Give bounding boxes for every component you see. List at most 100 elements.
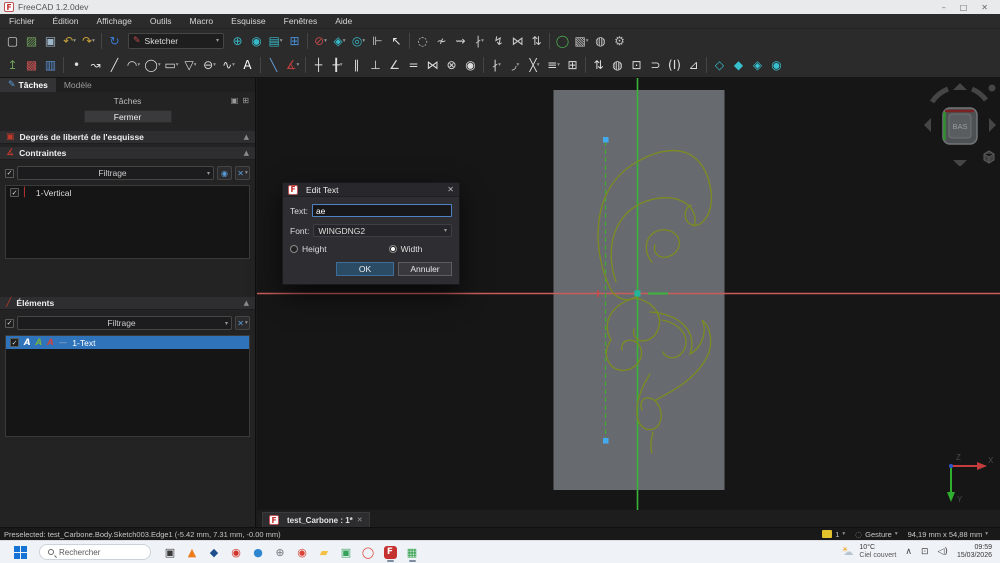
virtual-space-cube3-icon[interactable]: ◈ — [748, 56, 767, 74]
clock-widget[interactable]: 09:59 15/03/2026 — [957, 544, 992, 560]
constraints-settings-button[interactable]: ✕▾ — [235, 166, 250, 180]
create-arc-icon[interactable]: ◠ ▾ — [124, 56, 143, 74]
menu-item[interactable]: Aide — [326, 14, 361, 28]
create-rectangle-icon[interactable]: ▭ ▾ — [162, 56, 181, 74]
constraints-filter-dropdown[interactable]: Filtrage▾ — [17, 166, 214, 180]
whats-this-icon[interactable]: ↖ — [387, 32, 406, 50]
virtual-space-cube1-icon[interactable]: ◇ — [710, 56, 729, 74]
navcube-up-arrow[interactable] — [953, 83, 967, 90]
collapse-arrow-icon[interactable]: ▲ — [244, 299, 249, 307]
save-icon[interactable]: ▣ — [41, 32, 60, 50]
refresh-icon[interactable]: ↻ — [105, 32, 124, 50]
weather-widget[interactable]: ☀☁ 10°C Ciel couvert — [841, 544, 896, 560]
auto-constrain-icon[interactable]: ◉ — [461, 56, 480, 74]
view-sketch-icon[interactable]: ▩ — [22, 56, 41, 74]
workbench-selector[interactable]: ✎Sketcher▾ — [128, 33, 224, 49]
tab-tasks[interactable]: ✎ Tâches — [0, 78, 56, 92]
construction-circle-icon[interactable]: ◌ — [413, 32, 432, 50]
fillet-icon[interactable]: ◞ ▾ — [506, 56, 525, 74]
measure-icon[interactable]: ⊩ — [368, 32, 387, 50]
tab-model[interactable]: Modèle — [56, 78, 100, 92]
volume-icon[interactable]: ◁) — [938, 547, 948, 557]
split-tools-icon[interactable]: ∤ ▾ — [487, 56, 506, 74]
elements-filter-checkbox[interactable]: ✓ — [5, 319, 14, 328]
zoom-tools-icon[interactable]: ◎ ▾ — [349, 32, 368, 50]
tab-close-icon[interactable]: ✕ — [357, 516, 363, 524]
text-input[interactable] — [312, 204, 452, 217]
cancel-button[interactable]: Annuler — [398, 262, 452, 276]
document-tab[interactable]: F test_Carbone : 1* ✕ — [262, 512, 370, 527]
dialog-close-icon[interactable]: ✕ — [447, 185, 454, 194]
modify-knot-icon[interactable]: ⇅ — [527, 32, 546, 50]
offset-icon[interactable]: ≡ ▾ — [544, 56, 563, 74]
constrain-parallel-icon[interactable]: ∥ — [347, 56, 366, 74]
sketch-plane[interactable] — [554, 90, 725, 490]
constrain-tangent-icon[interactable]: ∠ — [385, 56, 404, 74]
redo-icon[interactable]: ↷ ▾ — [79, 32, 98, 50]
section-constraints[interactable]: ∡ Contraintes ▲ — [0, 146, 255, 160]
insert-knot-icon[interactable]: ↯ — [489, 32, 508, 50]
create-polyline-icon[interactable]: ↝ — [86, 56, 105, 74]
collapse-arrow-icon[interactable]: ▲ — [244, 133, 249, 141]
navcube-rotate-left[interactable] — [932, 89, 948, 102]
ellipse-icon[interactable]: ◍ — [591, 32, 610, 50]
height-radio[interactable] — [290, 245, 298, 253]
dialog-title-bar[interactable]: F Edit Text ✕ — [283, 183, 459, 197]
navcube-down-arrow[interactable] — [953, 160, 967, 166]
maximize-button[interactable]: □ — [960, 3, 968, 12]
zoom-selection-icon[interactable]: ◉ — [247, 32, 266, 50]
elements-filter-dropdown[interactable]: Filtrage▾ — [17, 316, 232, 330]
defender-icon[interactable]: ◆ — [203, 541, 225, 563]
task-view-icon[interactable]: ▣ — [159, 541, 181, 563]
sketch-canvas[interactable] — [257, 78, 1000, 510]
element-checkbox[interactable]: ✓ — [10, 338, 19, 347]
navcube-menu-dot[interactable] — [989, 85, 996, 92]
create-circle-icon[interactable]: ◯ ▾ — [143, 56, 162, 74]
font-dropdown[interactable]: WINGDNG2▾ — [313, 224, 452, 237]
3d-viewport[interactable]: BAS Z X Y — [257, 78, 1000, 510]
constrain-block-icon[interactable]: ⊗ — [442, 56, 461, 74]
clone-icon[interactable]: ⊞ — [563, 56, 582, 74]
constraint-checkbox[interactable]: ✓ — [10, 188, 19, 197]
leave-sketch-icon[interactable]: ↥ — [3, 56, 22, 74]
start-button[interactable] — [14, 546, 27, 559]
width-radio[interactable] — [389, 245, 397, 253]
dock-icon[interactable]: ▣ — [231, 96, 239, 105]
construction-line-icon[interactable]: ╲ — [264, 56, 283, 74]
constraints-filter-checkbox[interactable]: ✓ — [5, 169, 14, 178]
constrain-symmetric-icon[interactable]: ⋈ — [423, 56, 442, 74]
elements-settings-button[interactable]: ✕▾ — [235, 316, 250, 330]
create-polygon-icon[interactable]: ▽ ▾ — [181, 56, 200, 74]
settings-gear-icon[interactable]: ⚙ — [610, 32, 629, 50]
chrome-icon[interactable]: ◉ — [291, 541, 313, 563]
virtual-space-cube2-icon[interactable]: ◆ — [729, 56, 748, 74]
collapse-arrow-icon[interactable]: ▲ — [244, 149, 249, 157]
vlc-icon[interactable]: ▲ — [181, 541, 203, 563]
explorer-icon[interactable]: ▰ — [313, 541, 335, 563]
layer-selector[interactable]: 1▾ — [822, 530, 845, 539]
close-button[interactable]: ✕ — [981, 3, 988, 12]
navcube-left-arrow[interactable] — [924, 118, 931, 132]
anydesk-icon[interactable]: ◉ — [225, 541, 247, 563]
create-text-icon[interactable]: A — [238, 56, 257, 74]
navcube-mini-cube[interactable] — [984, 151, 994, 163]
menu-item[interactable]: Fichier — [0, 14, 44, 28]
navcube-right-arrow[interactable] — [989, 118, 996, 132]
nav-style-selector[interactable]: ◌ Gesture▾ — [855, 530, 897, 539]
rectangular-array-icon[interactable]: ▧ ▾ — [572, 32, 591, 50]
close-task-button[interactable]: Fermer — [84, 110, 172, 123]
menu-item[interactable]: Outils — [141, 14, 181, 28]
green-app-icon[interactable]: ▣ — [335, 541, 357, 563]
menu-item[interactable]: Fenêtres — [275, 14, 327, 28]
menu-item[interactable]: Édition — [44, 14, 88, 28]
section-elements[interactable]: ╱ Éléments ▲ — [0, 296, 255, 310]
map-sketch-icon[interactable]: ▥ — [41, 56, 60, 74]
toggle-construction-icon[interactable]: ∡ ▾ — [283, 56, 302, 74]
open-file-icon[interactable]: ▨ — [22, 32, 41, 50]
navcube-rotate-right[interactable] — [972, 89, 986, 100]
menu-item[interactable]: Affichage — [88, 14, 141, 28]
minimize-button[interactable]: – — [942, 3, 946, 12]
origin-point[interactable] — [635, 291, 641, 297]
create-bspline-icon[interactable]: ∿ ▾ — [219, 56, 238, 74]
float-icon[interactable]: ⊞ — [242, 96, 249, 105]
